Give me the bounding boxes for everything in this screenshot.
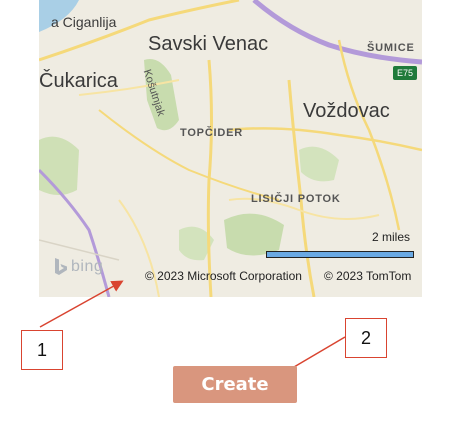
callout-1: 1 — [21, 330, 63, 370]
place-sumice: ŠUMICE — [367, 42, 415, 54]
road-4 — [228, 127, 422, 152]
callout-2: 2 — [345, 318, 387, 358]
place-topcider: TOPČIDER — [180, 127, 244, 139]
place-savski-venac: Savski Venac — [148, 33, 269, 55]
park-east — [299, 146, 339, 182]
road-5 — [98, 109, 280, 201]
place-lisicji-potok: LISIČJI POTOK — [251, 193, 341, 205]
road-shield-e75: E75 — [393, 66, 417, 80]
map-view[interactable]: a Ciganlija Savski Venac ŠUMICE E75 Čuka… — [39, 0, 422, 297]
bing-logo[interactable]: bing — [53, 257, 103, 277]
copyright-microsoft: © 2023 Microsoft Corporation — [145, 269, 302, 283]
place-vozdovac: Voždovac — [303, 100, 390, 122]
park-lisicji — [224, 213, 284, 256]
create-button[interactable]: Create — [173, 366, 297, 403]
map-scale-label: 2 miles — [372, 230, 411, 244]
bing-logo-text: bing — [71, 258, 104, 275]
map-scale-bar — [266, 251, 414, 258]
bing-icon — [55, 258, 67, 275]
place-ciganlija: a Ciganlija — [51, 14, 117, 30]
place-cukarica: Čukarica — [39, 70, 118, 92]
park-west — [39, 136, 79, 195]
copyright-tomtom: © 2023 TomTom — [324, 269, 412, 283]
